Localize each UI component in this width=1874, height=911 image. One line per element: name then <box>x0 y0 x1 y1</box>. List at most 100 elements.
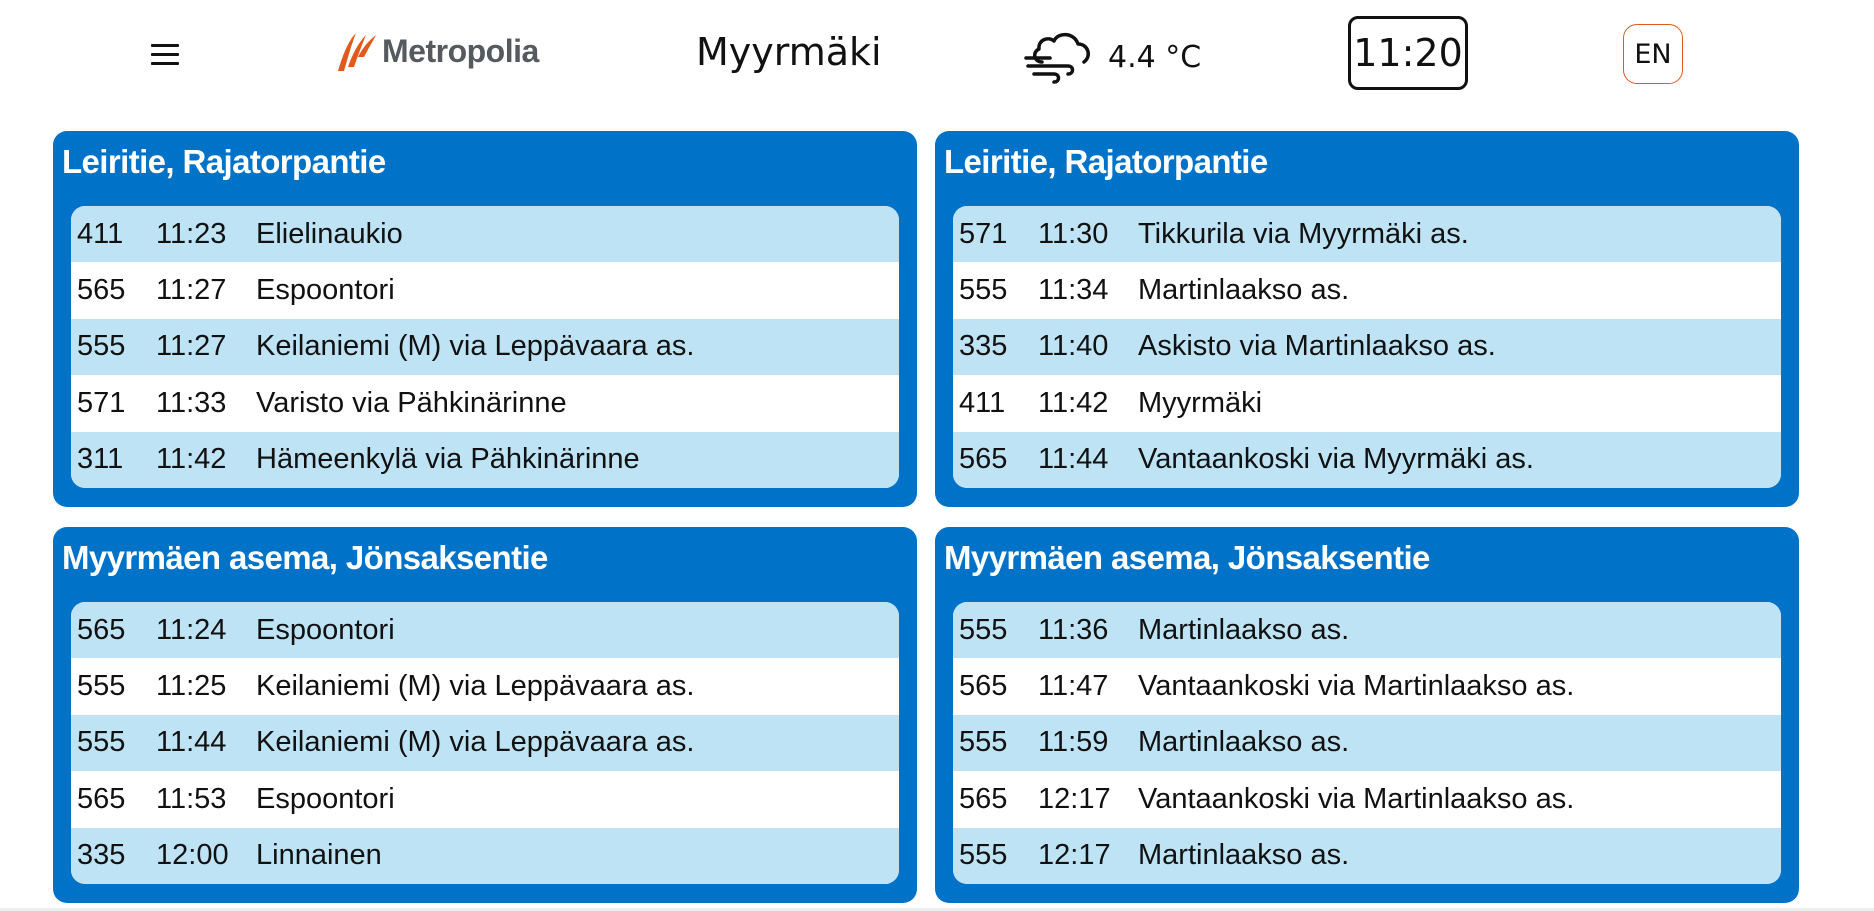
departure-row: 565 11:24 Espoontori <box>71 602 899 659</box>
weather-widget: 4.4 °C <box>1024 28 1201 86</box>
departure-time: 11:47 <box>1038 670 1109 703</box>
route-number: 411 <box>959 386 1006 419</box>
departure-row: 555 11:25 Keilaniemi (M) via Leppävaara … <box>71 658 899 715</box>
departure-time: 11:27 <box>156 274 227 307</box>
stop-panel: Leiritie, Rajatorpantie 411 11:23 Elieli… <box>53 131 917 507</box>
route-number: 311 <box>77 443 124 476</box>
route-number: 411 <box>77 217 124 250</box>
departure-list: 565 11:24 Espoontori 555 11:25 Keilaniem… <box>71 602 899 884</box>
destination: Myyrmäki <box>1138 386 1263 419</box>
cloud-wind-icon <box>1024 32 1090 84</box>
route-number: 571 <box>959 217 1008 250</box>
destination: Keilaniemi (M) via Leppävaara as. <box>256 726 695 759</box>
menu-bar <box>151 43 179 47</box>
departure-row: 555 11:34 Martinlaakso as. <box>953 262 1781 319</box>
departure-panels: Leiritie, Rajatorpantie 411 11:23 Elieli… <box>53 131 1799 903</box>
departure-row: 571 11:30 Tikkurila via Myyrmäki as. <box>953 206 1781 263</box>
hamburger-menu-icon[interactable] <box>145 34 185 74</box>
metropolia-logo-mark-icon <box>338 33 376 71</box>
route-number: 335 <box>77 839 126 872</box>
route-number: 565 <box>77 274 126 307</box>
departure-row: 411 11:23 Elielinaukio <box>71 206 899 263</box>
clock: 11:20 <box>1348 16 1468 90</box>
destination: Martinlaakso as. <box>1138 274 1350 307</box>
destination: Vantaankoski via Martinlaakso as. <box>1138 670 1575 703</box>
stop-panel: Myyrmäen asema, Jönsaksentie 555 11:36 M… <box>935 527 1799 903</box>
destination: Linnainen <box>256 839 382 872</box>
route-number: 565 <box>959 670 1008 703</box>
departure-row: 565 11:53 Espoontori <box>71 771 899 828</box>
departure-time: 11:53 <box>156 782 227 815</box>
departure-time: 11:25 <box>156 670 227 703</box>
departure-list: 571 11:30 Tikkurila via Myyrmäki as. 555… <box>953 206 1781 488</box>
departure-time: 11:24 <box>156 613 227 646</box>
menu-bar <box>151 61 179 65</box>
route-number: 565 <box>77 613 126 646</box>
departure-time: 12:17 <box>1038 839 1111 872</box>
route-number: 565 <box>77 782 126 815</box>
departure-row: 411 11:42 Myyrmäki <box>953 375 1781 432</box>
menu-bar <box>151 52 179 56</box>
stop-panel: Myyrmäen asema, Jönsaksentie 565 11:24 E… <box>53 527 917 903</box>
departure-row: 311 11:42 Hämeenkylä via Pähkinärinne <box>71 431 899 488</box>
stop-title: Leiritie, Rajatorpantie <box>944 143 1268 180</box>
departure-time: 11:59 <box>1038 726 1109 759</box>
destination: Martinlaakso as. <box>1138 613 1350 646</box>
departure-time: 11:34 <box>1038 274 1109 307</box>
departure-time: 11:40 <box>1038 330 1109 363</box>
departure-time: 11:27 <box>156 330 227 363</box>
destination: Keilaniemi (M) via Leppävaara as. <box>256 670 695 703</box>
route-number: 555 <box>959 274 1008 307</box>
destination: Martinlaakso as. <box>1138 839 1350 872</box>
route-number: 555 <box>959 613 1008 646</box>
departure-list: 411 11:23 Elielinaukio 565 11:27 Espoont… <box>71 206 899 488</box>
route-number: 555 <box>77 670 126 703</box>
departure-row: 555 11:44 Keilaniemi (M) via Leppävaara … <box>71 714 899 772</box>
departure-time: 11:42 <box>1038 386 1109 419</box>
metropolia-logo: Metropolia <box>334 26 539 76</box>
location-name: Myyrmäki <box>696 30 882 74</box>
route-number: 571 <box>77 386 126 419</box>
route-number: 555 <box>77 726 126 759</box>
departure-time: 11:36 <box>1038 613 1109 646</box>
destination: Tikkurila via Myyrmäki as. <box>1138 217 1469 250</box>
departure-time: 11:44 <box>156 726 227 759</box>
departure-row: 565 12:17 Vantaankoski via Martinlaakso … <box>953 771 1781 828</box>
route-number: 555 <box>959 839 1008 872</box>
route-number: 555 <box>959 726 1008 759</box>
stop-title: Myyrmäen asema, Jönsaksentie <box>62 539 548 576</box>
destination: Espoontori <box>256 613 395 646</box>
route-number: 335 <box>959 330 1008 363</box>
departure-row: 555 11:36 Martinlaakso as. <box>953 602 1781 659</box>
language-button[interactable]: EN <box>1623 24 1683 84</box>
header: Metropolia Myyrmäki 4.4 °C 11:20 EN <box>0 0 1874 112</box>
destination: Espoontori <box>256 782 395 815</box>
departure-row: 571 11:33 Varisto via Pähkinärinne <box>71 375 899 432</box>
destination: Martinlaakso as. <box>1138 726 1350 759</box>
departure-time: 11:33 <box>156 386 227 419</box>
departure-row: 335 11:40 Askisto via Martinlaakso as. <box>953 318 1781 376</box>
destination: Espoontori <box>256 274 395 307</box>
departure-time: 11:30 <box>1038 217 1109 250</box>
departure-row: 555 12:17 Martinlaakso as. <box>953 827 1781 884</box>
departure-time: 11:44 <box>1038 443 1109 476</box>
logo-text: Metropolia <box>382 32 539 69</box>
route-number: 565 <box>959 782 1008 815</box>
stop-title: Leiritie, Rajatorpantie <box>62 143 386 180</box>
departure-time: 12:17 <box>1038 782 1111 815</box>
departure-row: 555 11:27 Keilaniemi (M) via Leppävaara … <box>71 318 899 376</box>
departure-time: 11:23 <box>156 217 227 250</box>
departure-time: 11:42 <box>156 443 227 476</box>
destination: Hämeenkylä via Pähkinärinne <box>256 443 640 476</box>
temperature: 4.4 °C <box>1108 39 1202 75</box>
departure-row: 335 12:00 Linnainen <box>71 827 899 884</box>
departure-row: 565 11:47 Vantaankoski via Martinlaakso … <box>953 658 1781 715</box>
departure-time: 12:00 <box>156 839 229 872</box>
destination: Keilaniemi (M) via Leppävaara as. <box>256 330 695 363</box>
departure-row: 555 11:59 Martinlaakso as. <box>953 714 1781 772</box>
stop-panel: Leiritie, Rajatorpantie 571 11:30 Tikkur… <box>935 131 1799 507</box>
stop-title: Myyrmäen asema, Jönsaksentie <box>944 539 1430 576</box>
departure-list: 555 11:36 Martinlaakso as. 565 11:47 Van… <box>953 602 1781 884</box>
destination: Vantaankoski via Myyrmäki as. <box>1138 443 1534 476</box>
destination: Askisto via Martinlaakso as. <box>1138 330 1496 363</box>
